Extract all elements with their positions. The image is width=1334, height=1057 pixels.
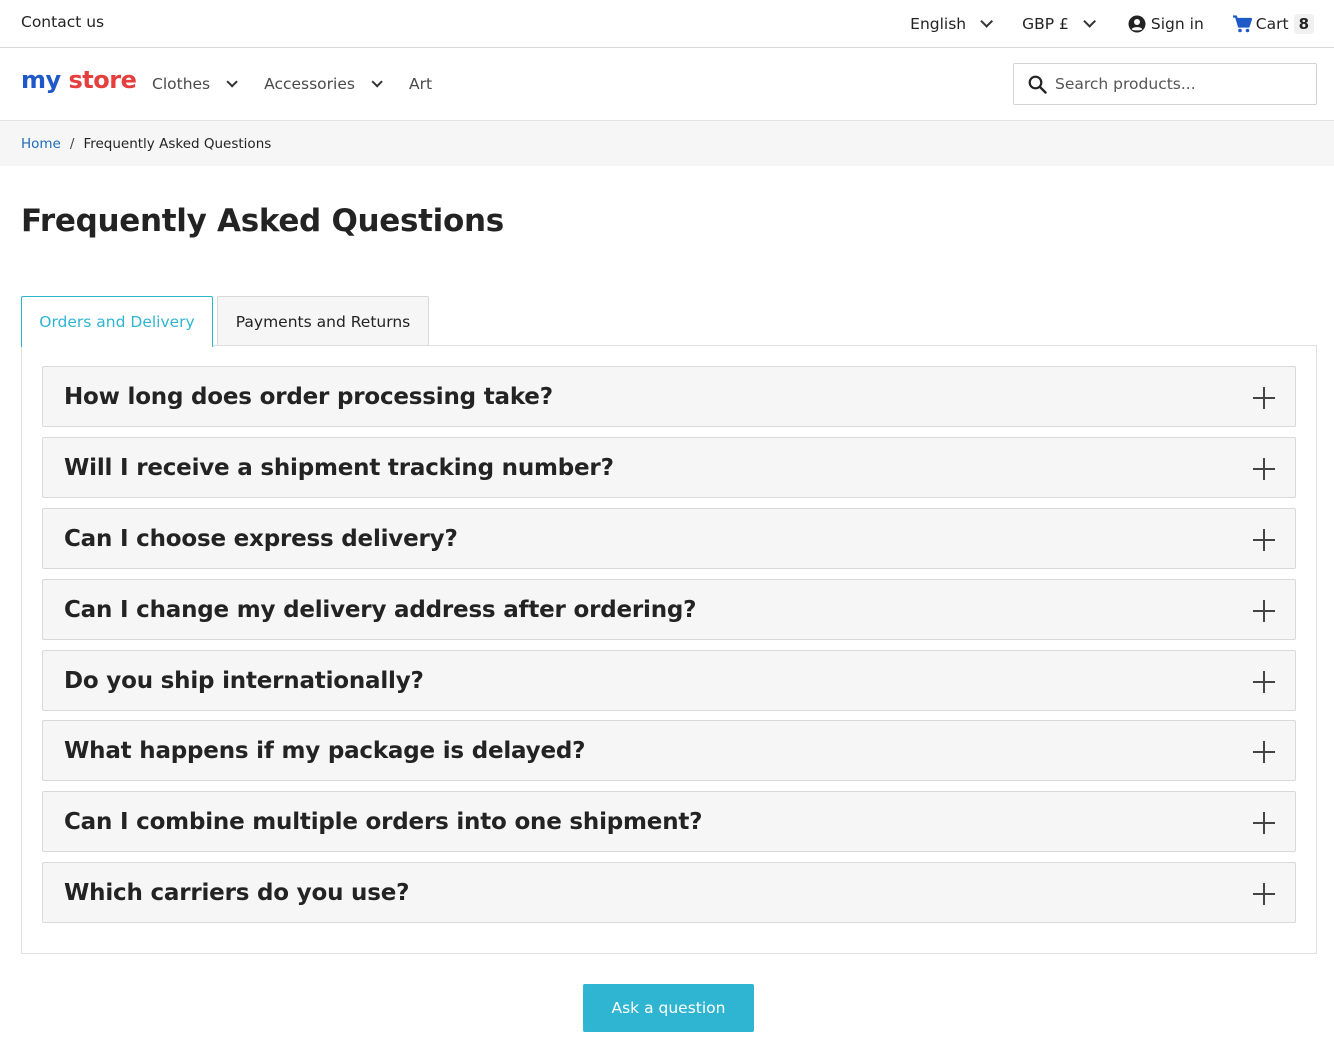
- nav-item-accessories[interactable]: Accessories: [264, 75, 383, 93]
- search-input[interactable]: [1055, 75, 1295, 93]
- top-bar: Contact us English GBP £ Sign in Cart 8: [0, 0, 1334, 48]
- page-title: Frequently Asked Questions: [21, 203, 504, 239]
- faq-question: How long does order processing take?: [64, 383, 553, 410]
- breadcrumb: Home / Frequently Asked Questions: [0, 121, 1334, 166]
- faq-panel: How long does order processing take? Wil…: [21, 345, 1317, 954]
- cart-count-badge: 8: [1293, 13, 1314, 34]
- chevron-down-icon: [1083, 15, 1096, 28]
- nav-item-art[interactable]: Art: [409, 75, 432, 93]
- faq-question: Can I choose express delivery?: [64, 525, 458, 552]
- sign-in-link[interactable]: Sign in: [1128, 15, 1204, 33]
- top-bar-right: English GBP £ Sign in Cart 8: [910, 0, 1314, 47]
- chevron-down-icon: [371, 76, 383, 88]
- main-nav: Clothes Accessories Art: [152, 48, 462, 120]
- plus-icon[interactable]: [1253, 741, 1275, 763]
- faq-question: What happens if my package is delayed?: [64, 737, 586, 764]
- plus-icon[interactable]: [1253, 671, 1275, 693]
- shopping-cart-icon: [1232, 14, 1252, 32]
- chevron-down-icon: [226, 76, 238, 88]
- plus-icon[interactable]: [1253, 600, 1275, 622]
- logo-part-store: store: [68, 66, 137, 94]
- search-box: [1013, 63, 1317, 105]
- logo-part-my: my: [21, 66, 61, 94]
- currency-selector[interactable]: GBP £: [1022, 14, 1096, 33]
- faq-item[interactable]: Will I receive a shipment tracking numbe…: [42, 437, 1296, 498]
- nav-item-label: Accessories: [264, 75, 355, 93]
- plus-icon[interactable]: [1253, 812, 1275, 834]
- plus-icon[interactable]: [1253, 458, 1275, 480]
- faq-item[interactable]: Can I choose express delivery?: [42, 508, 1296, 569]
- plus-icon[interactable]: [1253, 387, 1275, 409]
- faq-question: Do you ship internationally?: [64, 667, 424, 694]
- faq-item[interactable]: Can I combine multiple orders into one s…: [42, 791, 1296, 852]
- language-label: English: [910, 14, 967, 33]
- faq-item[interactable]: Which carriers do you use?: [42, 862, 1296, 923]
- sign-in-label: Sign in: [1150, 14, 1204, 33]
- chevron-down-icon: [980, 15, 994, 28]
- main-header: my store Clothes Accessories Art: [0, 48, 1334, 121]
- faq-question: Will I receive a shipment tracking numbe…: [64, 454, 614, 481]
- faq-item[interactable]: Can I change my delivery address after o…: [42, 579, 1296, 640]
- breadcrumb-current: Frequently Asked Questions: [83, 135, 272, 152]
- faq-item[interactable]: How long does order processing take?: [42, 366, 1296, 427]
- language-selector[interactable]: English: [910, 14, 994, 33]
- tab-orders-and-delivery[interactable]: Orders and Delivery: [21, 296, 213, 347]
- breadcrumb-home-link[interactable]: Home: [21, 136, 61, 152]
- currency-label: GBP £: [1022, 14, 1069, 33]
- store-logo[interactable]: my store: [21, 66, 137, 94]
- faq-tabs: Orders and Delivery Payments and Returns: [21, 296, 429, 347]
- tab-payments-and-returns[interactable]: Payments and Returns: [217, 296, 429, 346]
- ask-question-button[interactable]: Ask a question: [583, 984, 754, 1032]
- faq-question: Can I change my delivery address after o…: [64, 596, 697, 623]
- faq-question: Can I combine multiple orders into one s…: [64, 808, 703, 835]
- user-circle-icon: [1128, 15, 1146, 32]
- search-icon[interactable]: [1028, 75, 1047, 94]
- nav-item-clothes[interactable]: Clothes: [152, 75, 238, 93]
- nav-item-label: Art: [408, 75, 433, 93]
- contact-us-link[interactable]: Contact us: [21, 13, 104, 31]
- faq-question: Which carriers do you use?: [64, 879, 410, 906]
- cart-label: Cart: [1255, 14, 1289, 33]
- plus-icon[interactable]: [1253, 883, 1275, 905]
- faq-item[interactable]: Do you ship internationally?: [42, 650, 1296, 711]
- cart-button[interactable]: Cart 8: [1232, 13, 1314, 34]
- faq-item[interactable]: What happens if my package is delayed?: [42, 720, 1296, 781]
- plus-icon[interactable]: [1253, 529, 1275, 551]
- breadcrumb-separator: /: [69, 135, 75, 152]
- nav-item-label: Clothes: [152, 75, 211, 93]
